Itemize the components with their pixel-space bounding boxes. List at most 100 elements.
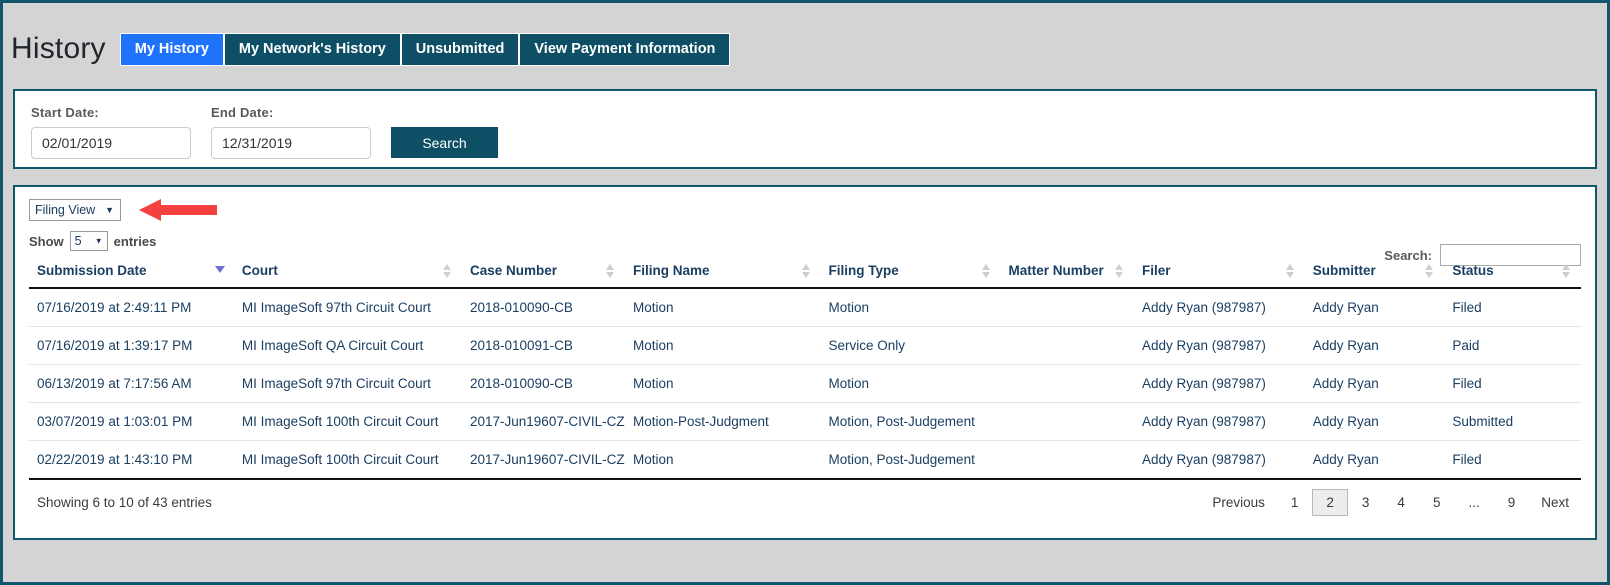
column-header-matter-number[interactable]: Matter Number (1000, 263, 1134, 289)
show-entries-row: Show 5 ▼ entries (15, 221, 1595, 251)
cell-submitter: Addy Ryan (1304, 326, 1445, 365)
cell-matter-number (1000, 402, 1134, 441)
cell-filing-type: Motion (820, 288, 1001, 327)
view-select-row: Filing View ▼ (15, 187, 1595, 221)
cell-matter-number (1000, 364, 1134, 403)
table-head: Submission Date Court Case Number Filing… (29, 263, 1581, 289)
entries-label: entries (113, 233, 157, 249)
cell-submission-date: 06/13/2019 at 7:17:56 AM (29, 364, 234, 403)
page-header: History My History My Network's History … (3, 3, 1607, 73)
pagination-ellipsis: ... (1468, 495, 1480, 510)
cell-filing-type: Motion (820, 364, 1001, 403)
column-label: Court (241, 263, 278, 278)
table-row[interactable]: 02/22/2019 at 1:43:10 PM MI ImageSoft 10… (29, 440, 1581, 480)
sort-icon (801, 264, 811, 278)
cell-filing-name: Motion (624, 288, 821, 327)
cell-court: MI ImageSoft 100th Circuit Court (233, 402, 462, 441)
column-header-submitter[interactable]: Submitter (1304, 263, 1445, 289)
column-header-case-number[interactable]: Case Number (462, 263, 625, 289)
tab-my-networks-history[interactable]: My Network's History (223, 32, 401, 66)
cell-filing-type: Motion, Post-Judgement (820, 440, 1001, 480)
pagination-previous[interactable]: Previous (1200, 489, 1277, 516)
sort-icon (1425, 264, 1434, 278)
chevron-down-icon: ▼ (105, 205, 114, 215)
cell-filing-name: Motion-Post-Judgment (624, 402, 821, 441)
cell-case-number: 2017-Jun19607-CIVIL-CZ (462, 402, 625, 441)
cell-case-number: 2017-Jun19607-CIVIL-CZ (462, 440, 625, 480)
cell-court: MI ImageSoft 100th Circuit Court (233, 440, 462, 480)
end-date-input[interactable] (211, 127, 371, 159)
cell-status: Filed (1444, 364, 1581, 403)
column-header-submission-date[interactable]: Submission Date (29, 263, 234, 289)
entries-per-page-select[interactable]: 5 ▼ (69, 231, 108, 251)
cell-status: Submitted (1444, 402, 1581, 441)
cell-submission-date: 07/16/2019 at 2:49:11 PM (29, 288, 234, 327)
cell-case-number: 2018-010090-CB (462, 364, 625, 403)
cell-filer: Addy Ryan (987987) (1134, 288, 1305, 327)
cell-filing-type: Motion, Post-Judgement (820, 402, 1001, 441)
column-header-filing-name[interactable]: Filing Name (624, 263, 821, 289)
cell-matter-number (1000, 288, 1134, 327)
entries-per-page-value: 5 (74, 234, 82, 248)
history-page: History My History My Network's History … (0, 0, 1610, 585)
tab-unsubmitted-label: Unsubmitted (415, 41, 505, 57)
table-row[interactable]: 07/16/2019 at 1:39:17 PM MI ImageSoft QA… (29, 326, 1581, 365)
cell-filer: Addy Ryan (987987) (1134, 364, 1305, 403)
cell-filing-name: Motion (624, 440, 821, 480)
column-label: Filer (1142, 263, 1171, 278)
table-row[interactable]: 03/07/2019 at 1:03:01 PM MI ImageSoft 10… (29, 402, 1581, 441)
tab-bar: My History My Network's History Unsubmit… (119, 32, 731, 66)
tab-unsubmitted[interactable]: Unsubmitted (400, 32, 520, 66)
cell-status: Filed (1444, 288, 1581, 327)
cell-filing-type: Service Only (820, 326, 1001, 365)
cell-court: MI ImageSoft QA Circuit Court (233, 326, 462, 365)
column-label: Filing Type (828, 263, 899, 278)
cell-submission-date: 07/16/2019 at 1:39:17 PM (29, 326, 234, 365)
pagination-page-4[interactable]: 4 (1383, 489, 1419, 516)
sort-icon (1115, 264, 1124, 278)
sort-descending-icon (214, 264, 225, 278)
sort-icon (605, 264, 615, 278)
filings-table: Submission Date Court Case Number Filing… (29, 263, 1581, 480)
cell-matter-number (1000, 440, 1134, 480)
column-header-status[interactable]: Status (1444, 263, 1581, 289)
tab-my-history-label: My History (134, 41, 209, 57)
pagination-next[interactable]: Next (1529, 489, 1581, 516)
pagination-page-2[interactable]: 2 (1312, 489, 1348, 516)
start-date-group: Start Date: (31, 105, 191, 159)
cell-submission-date: 03/07/2019 at 1:03:01 PM (29, 402, 234, 441)
cell-submitter: Addy Ryan (1304, 288, 1445, 327)
pagination-page-1[interactable]: 1 (1277, 489, 1313, 516)
tab-view-payment-information[interactable]: View Payment Information (519, 32, 731, 66)
end-date-group: End Date: (211, 105, 371, 159)
column-label: Status (1452, 263, 1494, 278)
date-search-panel: Start Date: End Date: Search (13, 89, 1597, 169)
table-body: 07/16/2019 at 2:49:11 PM MI ImageSoft 97… (29, 288, 1581, 480)
tab-my-history[interactable]: My History (119, 32, 224, 66)
search-button[interactable]: Search (391, 127, 498, 158)
cell-court: MI ImageSoft 97th Circuit Court (233, 288, 462, 327)
table-row[interactable]: 07/16/2019 at 2:49:11 PM MI ImageSoft 97… (29, 288, 1581, 327)
sort-icon (1562, 264, 1571, 278)
column-header-court[interactable]: Court (233, 263, 462, 289)
date-search-row: Start Date: End Date: Search (15, 91, 1595, 159)
cell-status: Paid (1444, 326, 1581, 365)
table-row[interactable]: 06/13/2019 at 7:17:56 AM MI ImageSoft 97… (29, 364, 1581, 403)
pagination-page-3[interactable]: 3 (1348, 489, 1384, 516)
table-footer: Showing 6 to 10 of 43 entries Previous 1… (15, 480, 1595, 516)
pagination-page-9[interactable]: 9 (1494, 489, 1530, 516)
filing-view-select[interactable]: Filing View ▼ (29, 199, 121, 221)
page-title: History (11, 32, 106, 65)
column-label: Case Number (470, 263, 558, 278)
cell-matter-number (1000, 326, 1134, 365)
tab-my-networks-history-label: My Network's History (238, 41, 386, 57)
column-header-filer[interactable]: Filer (1134, 263, 1305, 289)
cell-submitter: Addy Ryan (1304, 364, 1445, 403)
end-date-label: End Date: (211, 105, 274, 120)
table-header-row: Submission Date Court Case Number Filing… (29, 263, 1581, 289)
pagination-page-5[interactable]: 5 (1419, 489, 1455, 516)
start-date-label: Start Date: (31, 105, 99, 120)
cell-filer: Addy Ryan (987987) (1134, 440, 1305, 480)
start-date-input[interactable] (31, 127, 191, 159)
column-header-filing-type[interactable]: Filing Type (820, 263, 1001, 289)
